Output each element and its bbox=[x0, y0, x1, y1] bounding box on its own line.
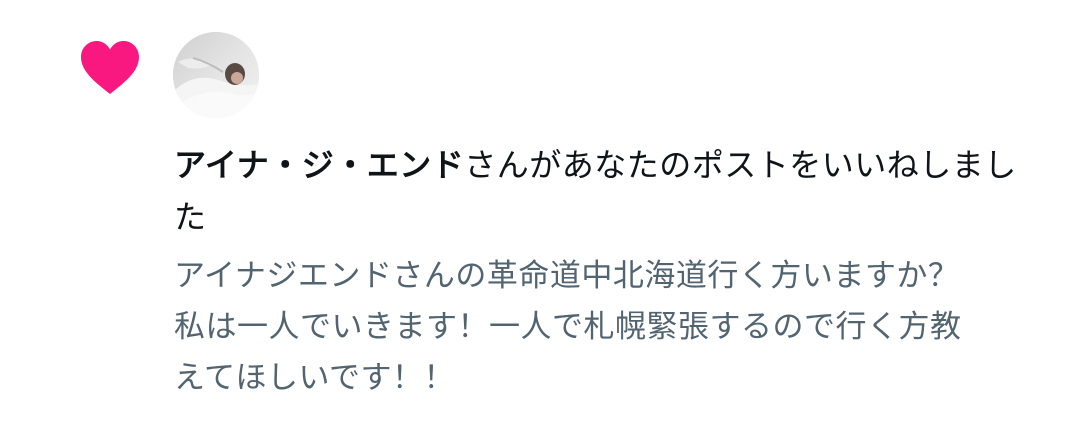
heart-icon bbox=[80, 40, 140, 96]
notification-message: アイナ・ジ・エンドさんがあなたのポストをいいねしました bbox=[174, 139, 1044, 243]
post-preview-text[interactable]: アイナジエンドさんの革命道中北海道行く方いますか？ 私は一人でいきます！一人で札… bbox=[174, 251, 1054, 404]
actor-name[interactable]: アイナ・ジ・エンド bbox=[174, 146, 464, 184]
user-avatar[interactable] bbox=[173, 32, 259, 118]
like-notification[interactable]: アイナ・ジ・エンドさんがあなたのポストをいいねしました アイナジエンドさんの革命… bbox=[0, 0, 1080, 435]
